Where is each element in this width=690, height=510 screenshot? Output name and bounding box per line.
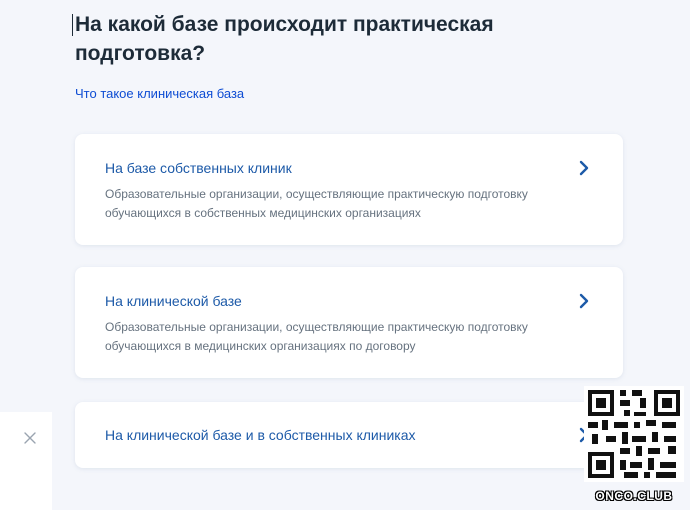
chevron-right-icon [579,160,589,176]
clinical-base-help-link[interactable]: Что такое клиническая база [75,86,244,101]
option-title: На базе собственных клиник [105,160,292,176]
text-cursor [72,14,73,36]
qr-code-icon [584,386,684,482]
option-title: На клинической базе [105,293,242,309]
watermark-text: ONCO.CLUB [595,489,673,503]
option-own-clinics[interactable]: На базе собственных клиник Образовательн… [75,134,623,245]
option-description: Образовательные организации, осуществляю… [105,320,528,353]
option-title: На клинической базе и в собственных клин… [105,427,416,443]
close-button[interactable] [0,412,52,510]
option-description: Образовательные организации, осуществляю… [105,187,528,220]
option-clinical-base[interactable]: На клинической базе Образовательные орга… [75,267,623,378]
option-clinical-base-and-own-clinics[interactable]: На клинической базе и в собственных клин… [75,402,623,468]
page-title: На какой базе происходит практическая по… [75,13,494,65]
chevron-right-icon [579,293,589,309]
